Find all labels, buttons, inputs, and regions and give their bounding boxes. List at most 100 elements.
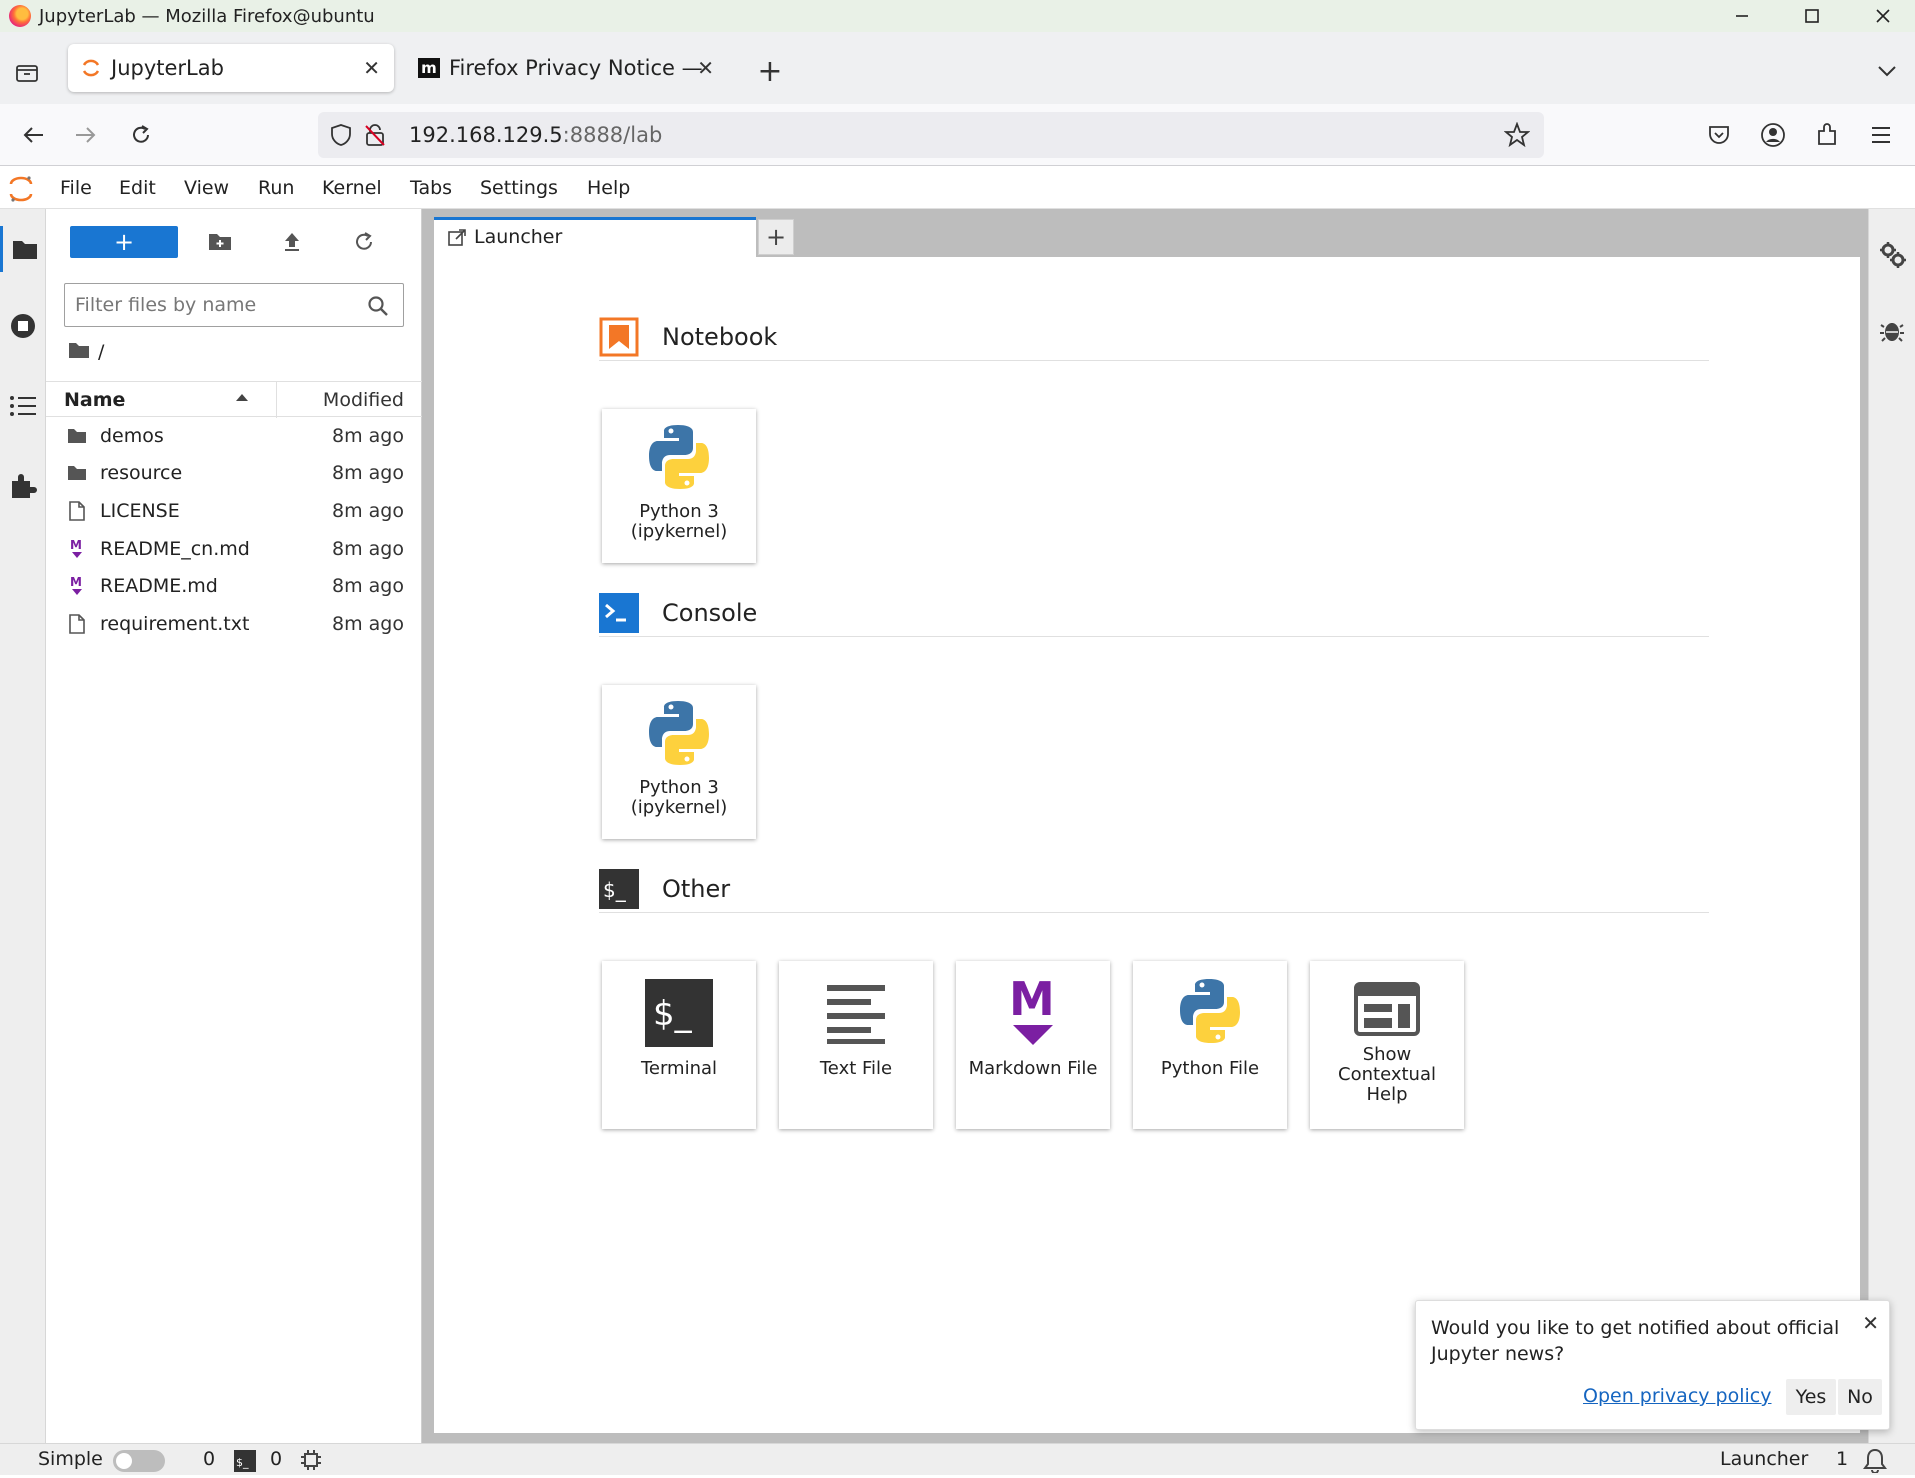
svg-text:M: M: [70, 538, 82, 552]
filter-files-field[interactable]: [64, 283, 404, 327]
navigation-toolbar: 192.168.129.5:8888/lab: [0, 104, 1915, 166]
file-modified: 8m ago: [332, 612, 404, 635]
browser-tab-label: Firefox Privacy Notice —: [449, 56, 703, 80]
file-name: README_cn.md: [100, 537, 250, 560]
contextual-help-icon: [1351, 979, 1423, 1039]
close-tab-icon[interactable]: ✕: [697, 56, 714, 80]
close-tab-icon[interactable]: ✕: [363, 56, 380, 80]
left-activity-bar: [0, 209, 46, 1443]
python-file-card[interactable]: Python File: [1133, 961, 1287, 1129]
card-label: Python File: [1160, 1058, 1260, 1079]
file-name: requirement.txt: [100, 612, 250, 635]
yes-button[interactable]: Yes: [1786, 1379, 1836, 1415]
file-browser-panel: + / Name Modified demos 8m ago resourc: [46, 209, 422, 1443]
browser-tab-privacy-notice[interactable]: m Firefox Privacy Notice — ✕: [408, 44, 728, 92]
name-column-header[interactable]: Name: [64, 389, 125, 411]
jupyter-logo-icon: [9, 175, 33, 203]
open-privacy-policy-link[interactable]: Open privacy policy: [1583, 1385, 1772, 1407]
terminal-card[interactable]: $_ Terminal: [602, 961, 756, 1129]
file-row-resource[interactable]: resource 8m ago: [46, 455, 422, 493]
refresh-icon[interactable]: [346, 226, 382, 258]
file-icon: [66, 500, 88, 522]
file-row-license[interactable]: LICENSE 8m ago: [46, 492, 422, 530]
file-row-readme-cn[interactable]: M README_cn.md 8m ago: [46, 530, 422, 568]
address-bar[interactable]: 192.168.129.5:8888/lab: [318, 112, 1544, 158]
notification-count[interactable]: 1: [1836, 1448, 1848, 1470]
modified-column-header[interactable]: Modified: [323, 389, 404, 411]
python3-console-card[interactable]: Python 3 (ipykernel): [602, 685, 756, 839]
browser-tab-strip: JupyterLab ✕ m Firefox Privacy Notice — …: [0, 32, 1915, 114]
add-tab-button[interactable]: +: [758, 219, 794, 255]
markdown-icon: M: [66, 538, 88, 560]
file-row-demos[interactable]: demos 8m ago: [46, 417, 422, 455]
menu-view[interactable]: View: [184, 177, 229, 199]
close-window-button[interactable]: [1848, 0, 1915, 32]
filter-files-input[interactable]: [75, 294, 355, 316]
shield-icon[interactable]: [330, 123, 352, 151]
python-logo-icon: [643, 695, 715, 771]
browser-tab-jupyterlab[interactable]: JupyterLab ✕: [68, 44, 394, 92]
contextual-help-card[interactable]: Show Contextual Help: [1310, 961, 1464, 1129]
back-button[interactable]: [16, 118, 50, 152]
no-button[interactable]: No: [1838, 1379, 1882, 1415]
insecure-lock-icon[interactable]: [364, 123, 386, 151]
file-modified: 8m ago: [332, 462, 404, 485]
file-row-requirement[interactable]: requirement.txt 8m ago: [46, 605, 422, 643]
table-of-contents-icon[interactable]: [0, 383, 46, 429]
menu-file[interactable]: File: [60, 177, 92, 199]
menu-help[interactable]: Help: [587, 177, 630, 199]
simple-mode-toggle[interactable]: [113, 1450, 165, 1472]
tab-launcher[interactable]: Launcher: [434, 217, 756, 257]
bookmark-star-icon[interactable]: [1503, 121, 1531, 152]
file-name: resource: [100, 462, 183, 485]
list-all-tabs-button[interactable]: [1870, 54, 1904, 88]
tab-overview-button[interactable]: [10, 56, 44, 90]
new-launcher-button[interactable]: +: [70, 226, 178, 258]
running-kernels-icon[interactable]: [0, 303, 46, 349]
menu-tabs[interactable]: Tabs: [410, 177, 452, 199]
menu-settings[interactable]: Settings: [480, 177, 558, 199]
property-inspector-gears-icon[interactable]: [1869, 231, 1915, 277]
terminal-icon: $_: [643, 979, 715, 1047]
debugger-bug-icon[interactable]: [1869, 307, 1915, 353]
file-row-readme[interactable]: M README.md 8m ago: [46, 567, 422, 605]
file-name: LICENSE: [100, 499, 180, 522]
menu-run[interactable]: Run: [258, 177, 294, 199]
extension-manager-icon[interactable]: [0, 463, 46, 509]
reload-button[interactable]: [124, 118, 158, 152]
home-folder-icon[interactable]: [68, 341, 90, 364]
cpu-chip-icon[interactable]: [300, 1449, 322, 1476]
text-file-card[interactable]: Text File: [779, 961, 933, 1129]
bell-icon[interactable]: [1862, 1447, 1888, 1478]
account-icon[interactable]: [1756, 118, 1790, 152]
url-text[interactable]: 192.168.129.5:8888/lab: [409, 123, 662, 147]
extensions-icon[interactable]: [1811, 118, 1845, 152]
menu-kernel[interactable]: Kernel: [322, 177, 382, 199]
menu-edit[interactable]: Edit: [119, 177, 156, 199]
launcher-panel: Notebook Python 3 (ipykernel) Console Py…: [434, 257, 1860, 1433]
upload-icon[interactable]: [274, 226, 310, 258]
python-logo-icon: [1174, 975, 1246, 1047]
breadcrumb-root[interactable]: /: [98, 341, 104, 363]
close-notification-icon[interactable]: ✕: [1862, 1311, 1879, 1335]
column-divider[interactable]: [276, 382, 277, 418]
new-folder-icon[interactable]: [202, 226, 238, 258]
breadcrumb[interactable]: /: [68, 339, 104, 365]
terminal-count[interactable]: 0: [270, 1448, 282, 1470]
file-modified: 8m ago: [332, 575, 404, 598]
new-tab-button[interactable]: +: [753, 54, 787, 89]
window-title: JupyterLab — Mozilla Firefox@ubuntu: [39, 6, 375, 27]
python3-notebook-card[interactable]: Python 3 (ipykernel): [602, 409, 756, 563]
folder-icon: [66, 425, 88, 447]
pocket-icon[interactable]: [1702, 118, 1736, 152]
maximize-window-button[interactable]: [1777, 0, 1847, 32]
kernel-count[interactable]: 0: [203, 1448, 215, 1470]
sort-ascending-icon[interactable]: [236, 394, 248, 401]
hamburger-menu-icon[interactable]: [1864, 118, 1898, 152]
file-browser-folder-icon[interactable]: [0, 226, 46, 272]
minimize-window-button[interactable]: [1707, 0, 1777, 32]
markdown-file-card[interactable]: M Markdown File: [956, 961, 1110, 1129]
forward-button[interactable]: [69, 118, 103, 152]
news-notification: Would you like to get notified about off…: [1415, 1300, 1890, 1430]
terminal-status-icon[interactable]: $_: [234, 1450, 256, 1477]
